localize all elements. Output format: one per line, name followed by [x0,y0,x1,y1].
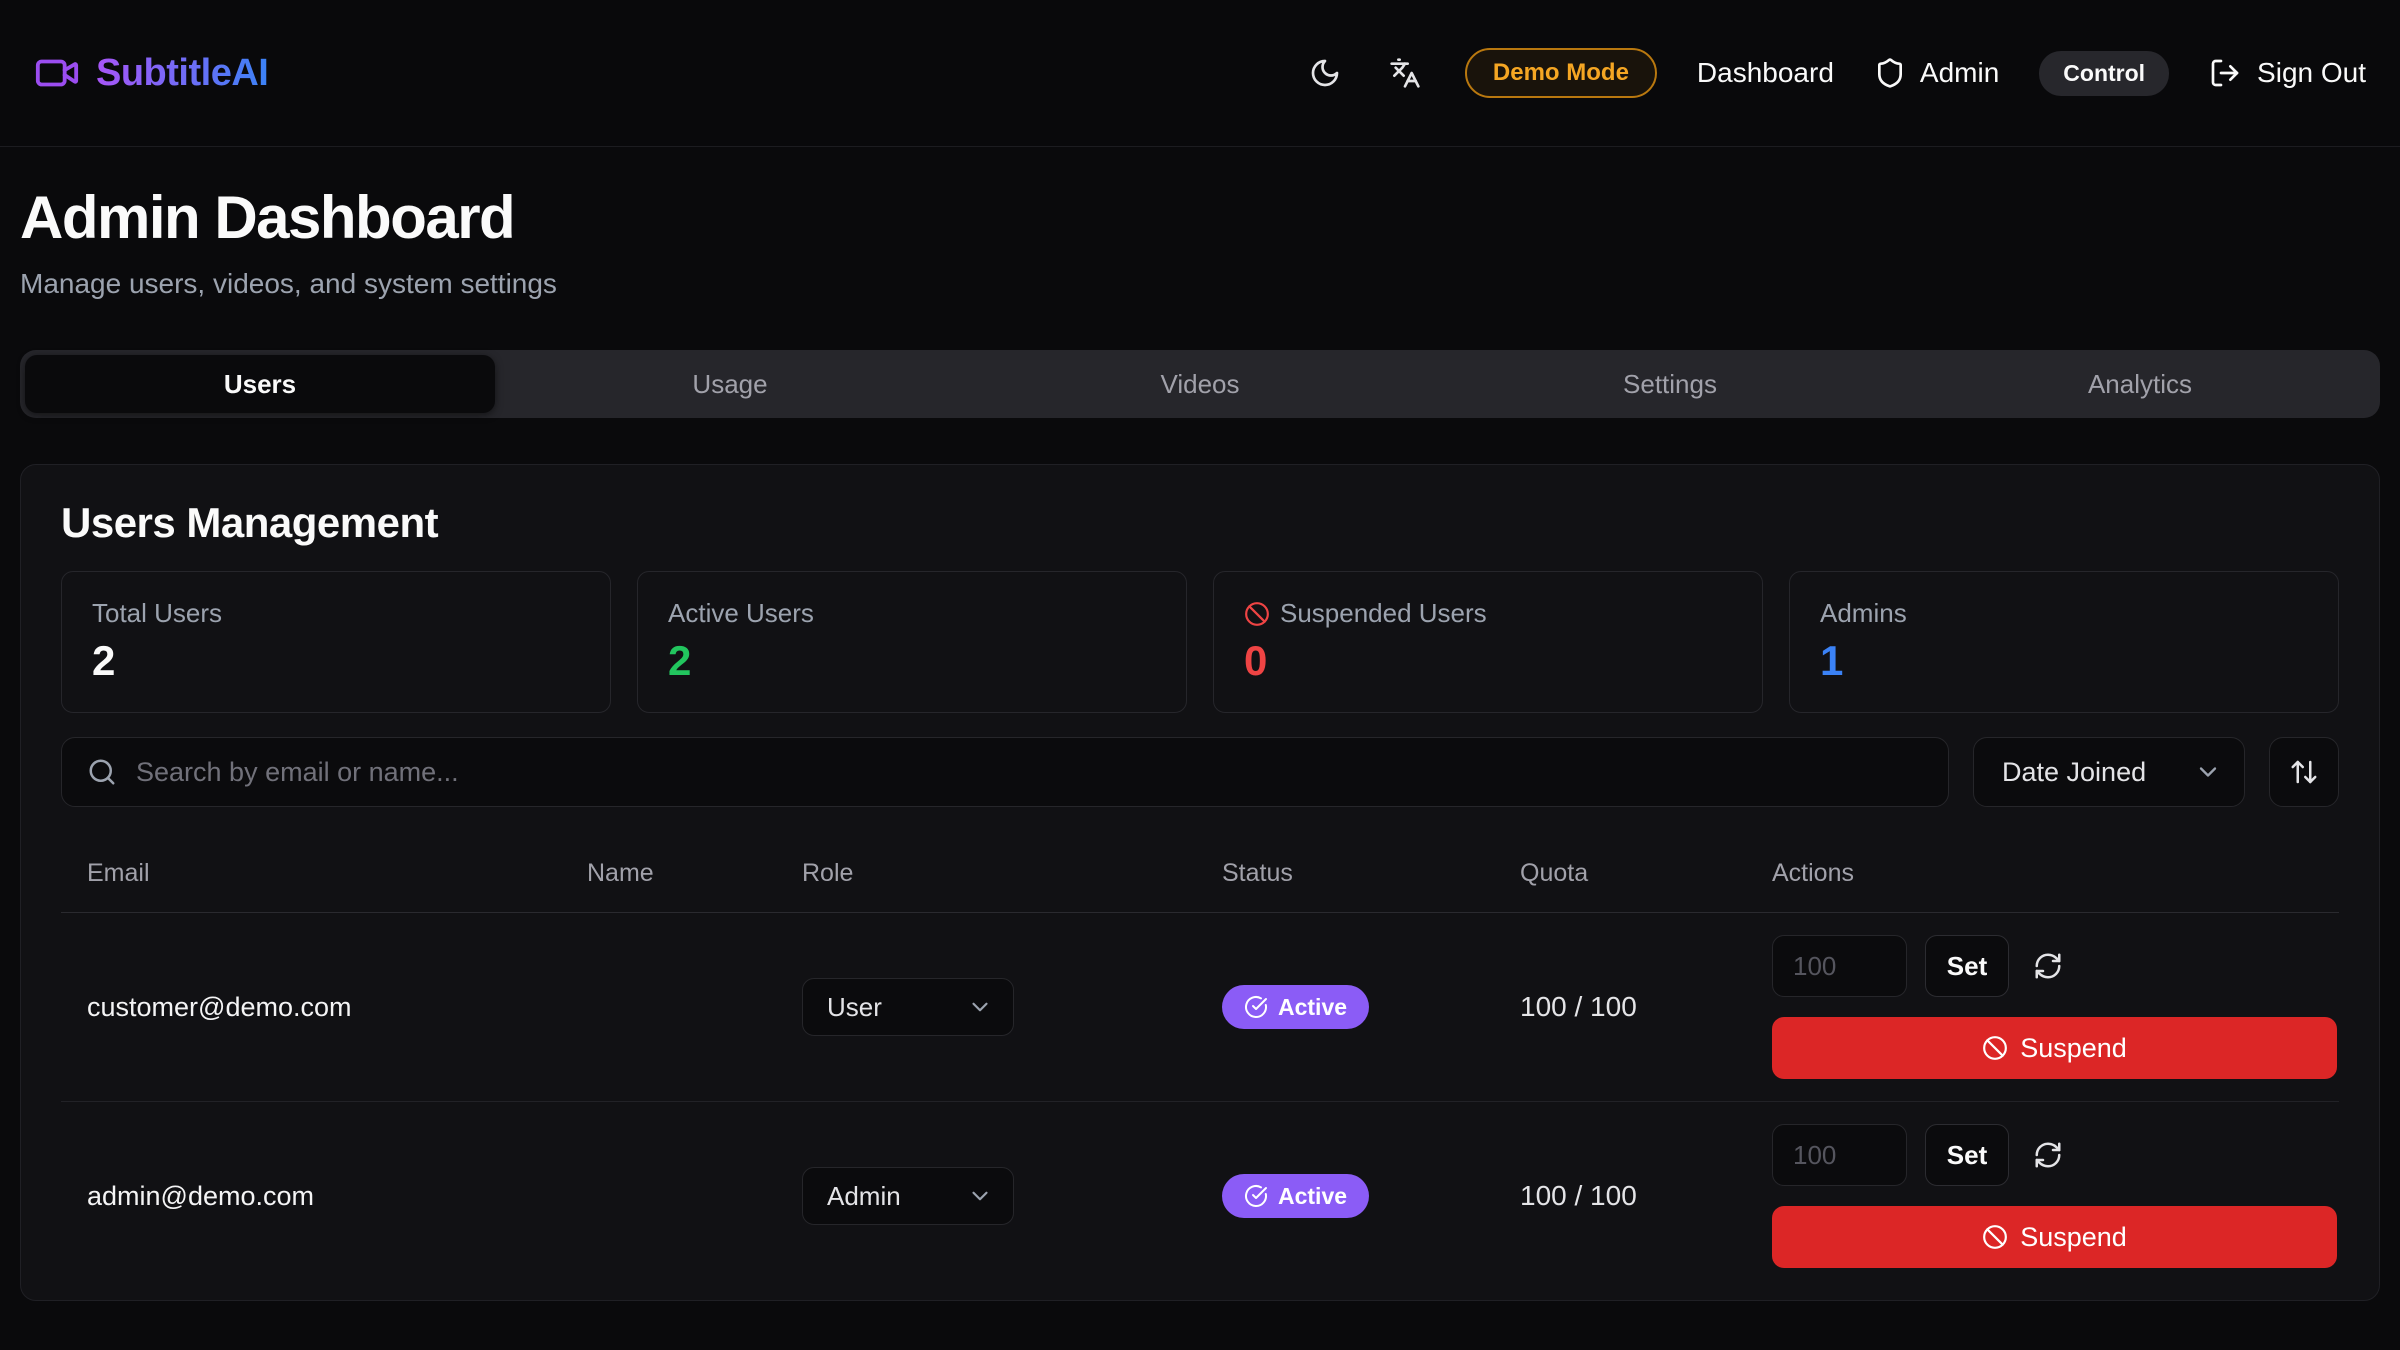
language-toggle-button[interactable] [1385,53,1425,93]
moon-icon [1309,57,1341,89]
set-quota-button[interactable]: Set [1925,935,2009,997]
tab-bar: Users Usage Videos Settings Analytics [20,350,2380,418]
chevron-down-icon [967,994,993,1020]
search-input[interactable] [61,737,1949,807]
status-label: Active [1278,994,1347,1021]
stat-label: Active Users [668,598,814,629]
role-select[interactable]: Admin [802,1167,1014,1225]
stats-row: Total Users 2 Active Users 2 Suspended U… [61,571,2339,713]
demo-mode-badge: Demo Mode [1465,48,1657,98]
chevron-down-icon [967,1183,993,1209]
sign-out-button[interactable]: Sign Out [2209,57,2366,89]
brand-logo[interactable]: SubtitleAI [34,50,268,96]
dashboard-link[interactable]: Dashboard [1697,57,1834,89]
ban-icon [1244,601,1270,627]
role-selected-value: Admin [827,1181,901,1212]
refresh-icon [2033,1140,2063,1170]
users-management-panel: Users Management Total Users 2 Active Us… [20,464,2380,1301]
stat-card-active-users: Active Users 2 [637,571,1187,713]
quota-input[interactable] [1772,1124,1907,1186]
stat-value: 1 [1820,637,2308,685]
admin-label: Admin [1920,57,1999,89]
stat-label: Suspended Users [1280,598,1487,629]
reset-quota-button[interactable] [2027,945,2069,987]
table-row: customer@demo.com User [61,913,2339,1102]
sort-by-selected-value: Date Joined [2002,757,2146,788]
column-header-quota: Quota [1494,843,1746,912]
log-out-icon [2209,57,2241,89]
ban-icon [1982,1035,2008,1061]
refresh-icon [2033,951,2063,981]
sort-direction-button[interactable] [2269,737,2339,807]
ban-icon [1982,1224,2008,1250]
shield-icon [1874,57,1906,89]
tab-users[interactable]: Users [25,355,495,413]
quota-input[interactable] [1772,935,1907,997]
brand-name: SubtitleAI [96,52,268,95]
quota-value: 100 / 100 [1494,991,1746,1023]
table-row: admin@demo.com Admin [61,1102,2339,1290]
status-badge: Active [1222,985,1369,1029]
row-actions: Set [1746,935,2339,1079]
table-header-row: Email Name Role Status Quota Actions [61,843,2339,913]
stat-label: Total Users [92,598,222,629]
stat-value: 0 [1244,637,1732,685]
status-badge: Active [1222,1174,1369,1218]
arrow-up-down-icon [2289,757,2319,787]
column-header-role: Role [776,843,1196,912]
user-email: customer@demo.com [61,992,561,1023]
suspend-button[interactable]: Suspend [1772,1017,2337,1079]
suspend-button[interactable]: Suspend [1772,1206,2337,1268]
row-actions: Set [1746,1124,2339,1268]
main-content: Admin Dashboard Manage users, videos, an… [0,183,2400,1301]
column-header-email: Email [61,843,561,912]
tab-analytics[interactable]: Analytics [1905,355,2375,413]
video-camera-icon [34,50,80,96]
set-quota-button[interactable]: Set [1925,1124,2009,1186]
sort-by-select[interactable]: Date Joined [1973,737,2245,807]
search-icon [87,757,117,787]
section-title: Users Management [61,499,2339,547]
role-select[interactable]: User [802,978,1014,1036]
search-field-wrap [61,737,1949,807]
status-label: Active [1278,1183,1347,1210]
sign-out-label: Sign Out [2257,57,2366,89]
column-header-actions: Actions [1746,843,2339,912]
admin-indicator: Admin [1874,57,1999,89]
tab-videos[interactable]: Videos [965,355,1435,413]
role-selected-value: User [827,992,882,1023]
check-circle-icon [1244,995,1268,1019]
stat-value: 2 [92,637,580,685]
header-actions: Demo Mode Dashboard Admin Control Sign O… [1305,48,2366,98]
quota-value: 100 / 100 [1494,1180,1746,1212]
user-email: admin@demo.com [61,1181,561,1212]
reset-quota-button[interactable] [2027,1134,2069,1176]
stat-card-total-users: Total Users 2 [61,571,611,713]
stat-card-suspended-users: Suspended Users 0 [1213,571,1763,713]
users-table: Email Name Role Status Quota Actions cus… [61,843,2339,1290]
theme-toggle-button[interactable] [1305,53,1345,93]
chevron-down-icon [2194,758,2222,786]
translate-icon [1389,57,1421,89]
top-nav: SubtitleAI Demo Mode Dashboard [0,0,2400,147]
stat-value: 2 [668,637,1156,685]
check-circle-icon [1244,1184,1268,1208]
tab-settings[interactable]: Settings [1435,355,1905,413]
suspend-label: Suspend [2020,1222,2127,1253]
table-controls: Date Joined [61,737,2339,807]
stat-card-admins: Admins 1 [1789,571,2339,713]
control-button[interactable]: Control [2039,51,2169,96]
stat-label: Admins [1820,598,1907,629]
page-title: Admin Dashboard [20,183,2380,252]
tab-usage[interactable]: Usage [495,355,965,413]
column-header-name: Name [561,843,776,912]
column-header-status: Status [1196,843,1494,912]
page-subtitle: Manage users, videos, and system setting… [20,268,2380,300]
suspend-label: Suspend [2020,1033,2127,1064]
